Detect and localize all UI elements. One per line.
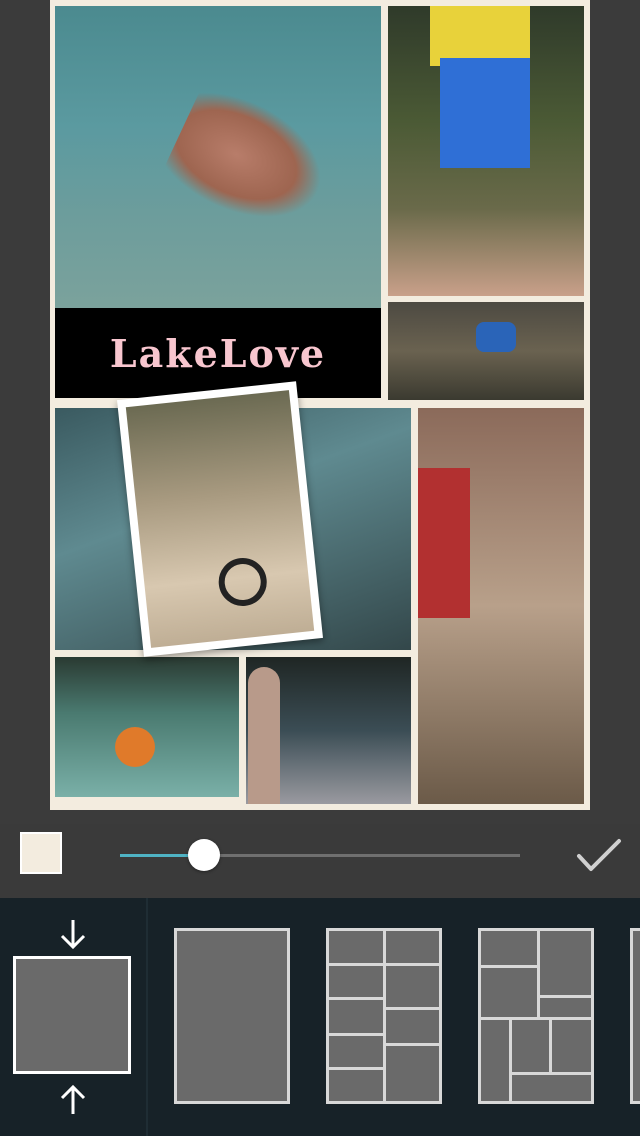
layout-grid-mixed[interactable]: [478, 928, 594, 1104]
layout-grid-two-column[interactable]: [326, 928, 442, 1104]
arrow-up-icon: [60, 1084, 86, 1114]
collage[interactable]: LakeLove: [50, 0, 590, 810]
photo-child-legs[interactable]: [388, 6, 584, 296]
border-width-slider[interactable]: [120, 839, 520, 871]
strip-divider: [146, 898, 148, 1136]
arrow-down-icon: [60, 920, 86, 950]
fit-layout-preview: [13, 956, 131, 1074]
border-controls: [0, 824, 640, 898]
life-vest: [430, 6, 530, 66]
swim-shorts: [440, 58, 530, 168]
layout-strip: [0, 898, 640, 1136]
banner-text[interactable]: LakeLove: [55, 308, 381, 398]
photo-child-in-water[interactable]: [388, 302, 584, 400]
child-figure: [476, 322, 516, 352]
slider-thumb[interactable]: [188, 839, 220, 871]
photo-canoe[interactable]: [246, 657, 411, 804]
layout-more[interactable]: [630, 928, 640, 1104]
border-color-swatch[interactable]: [20, 832, 62, 874]
canoe-hull: [248, 667, 280, 804]
layout-fit-option[interactable]: [0, 898, 146, 1136]
photo-swimmer[interactable]: [55, 6, 381, 308]
red-shorts: [418, 468, 470, 618]
layout-single[interactable]: [174, 928, 290, 1104]
check-icon[interactable]: [575, 836, 623, 876]
photo-hand-in-water[interactable]: [418, 408, 584, 804]
polaroid-tire-swing[interactable]: [117, 381, 323, 657]
collage-canvas-area: LakeLove: [0, 0, 640, 824]
child-orange-shirt: [115, 727, 155, 767]
photo-tubing[interactable]: [55, 657, 239, 797]
